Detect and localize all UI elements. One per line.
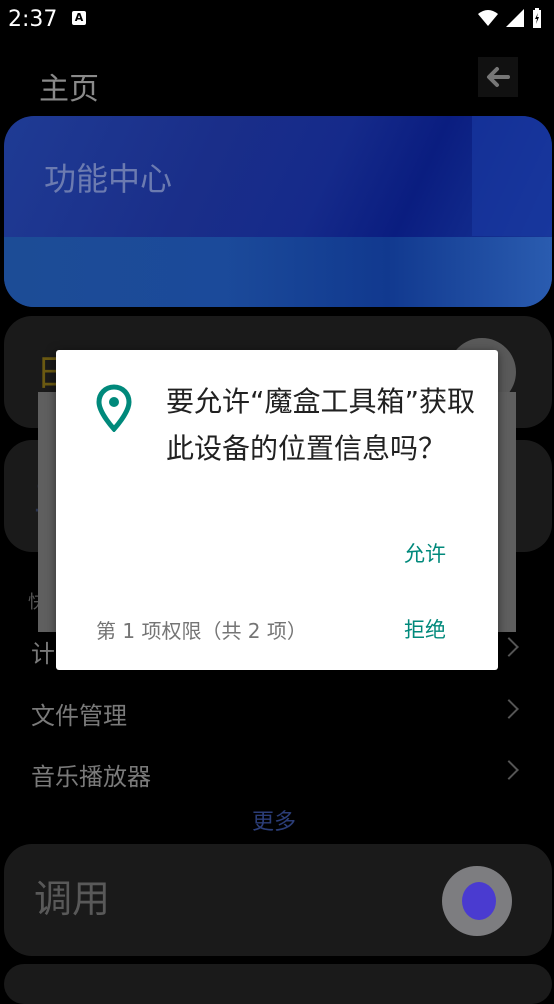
page-title: 主页 — [39, 72, 99, 107]
permission-counter: 第 1 项权限（共 2 项） — [96, 619, 307, 643]
banner-decoration — [472, 116, 552, 236]
floating-ball-button[interactable] — [442, 866, 512, 936]
status-time: 2:37 — [8, 7, 58, 32]
chevron-right-icon — [499, 699, 519, 719]
dialog-message: 要允许“魔盒工具箱”获取此设备的位置信息吗？ — [166, 385, 476, 465]
wifi-icon — [478, 10, 498, 26]
battery-icon — [533, 8, 541, 28]
chevron-right-icon — [499, 637, 519, 657]
list-item-label: 音乐播放器 — [31, 763, 151, 791]
signal-icon — [506, 9, 524, 27]
list-item-label: 文件管理 — [31, 702, 127, 730]
floating-ball-icon — [462, 882, 496, 920]
list-item-label: 计 — [31, 640, 55, 668]
banner-title: 功能中心 — [44, 160, 173, 198]
list-item[interactable]: 音乐播放器 — [0, 743, 554, 801]
call-card-label: 调用 — [34, 877, 111, 921]
app-header: 主页 — [0, 44, 554, 114]
allow-button[interactable]: 允许 — [404, 538, 446, 568]
status-icons — [478, 8, 542, 28]
arrow-left-icon — [478, 57, 518, 97]
location-pin-icon — [96, 384, 132, 432]
status-bar: 2:37 A — [0, 0, 554, 38]
list-item[interactable]: 文件管理 — [0, 682, 554, 740]
permission-dialog: 要允许“魔盒工具箱”获取此设备的位置信息吗？ 允许 第 1 项权限（共 2 项）… — [56, 350, 498, 670]
back-button[interactable] — [478, 57, 518, 97]
a-icon: A — [72, 11, 86, 25]
more-link[interactable]: 更多 — [252, 804, 296, 836]
banner-strip — [4, 237, 552, 307]
deny-button[interactable]: 拒绝 — [404, 614, 446, 644]
feature-center-banner[interactable]: 功能中心 — [4, 116, 552, 307]
bottom-card — [4, 964, 552, 1004]
chevron-right-icon — [499, 760, 519, 780]
